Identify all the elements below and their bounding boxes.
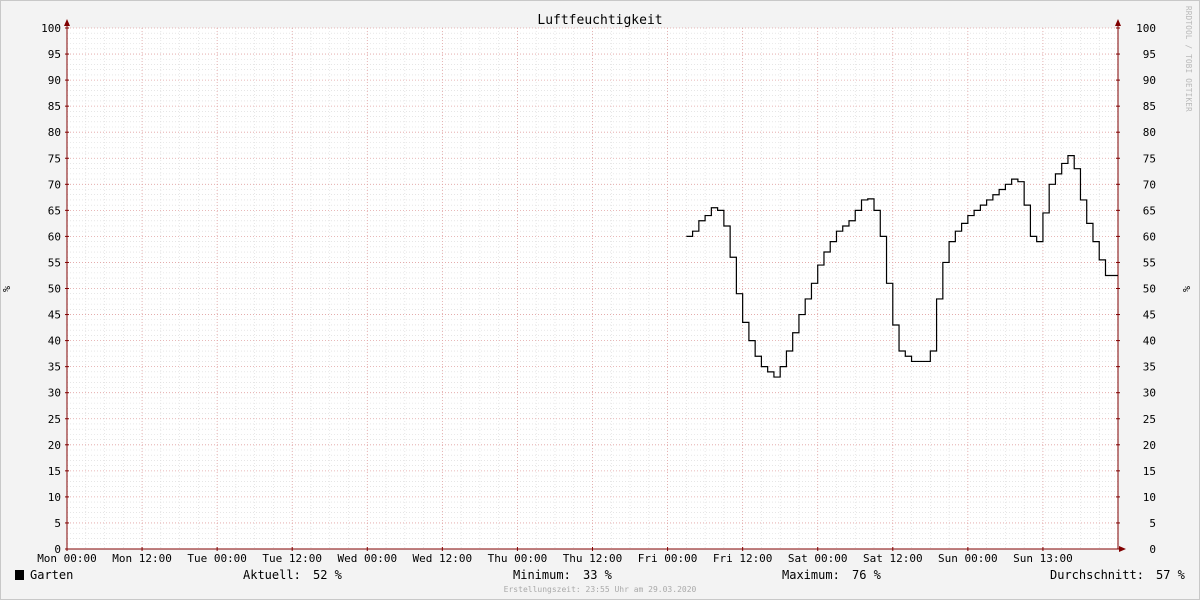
chart-title: Luftfeuchtigkeit <box>537 13 662 28</box>
x-axis-arrow <box>1119 546 1126 552</box>
stat-maximum-label: Maximum: <box>782 568 840 582</box>
stat-durchschnitt-value: 57 % <box>1156 568 1185 582</box>
stat-maximum-value: 76 % <box>852 568 881 582</box>
y-tick-label-right: 25 <box>1143 413 1156 426</box>
y-tick-label-left: 75 <box>48 152 61 165</box>
y-tick-label-right: 50 <box>1143 283 1156 296</box>
x-tick-label: Sun 00:00 <box>938 552 998 565</box>
y-axis-right-arrow <box>1115 19 1121 26</box>
y-tick-label-right: 15 <box>1143 465 1156 478</box>
y-tick-label-right: 5 <box>1149 517 1156 530</box>
y-tick-label-right: 60 <box>1143 230 1156 243</box>
y-tick-label-left: 35 <box>48 361 61 374</box>
y-tick-label-right: 100 <box>1136 22 1156 35</box>
y-tick-label-right: 35 <box>1143 361 1156 374</box>
x-tick-label: Wed 12:00 <box>413 552 473 565</box>
x-tick-label: Tue 00:00 <box>187 552 247 565</box>
x-tick-label: Fri 12:00 <box>713 552 773 565</box>
x-tick-label: Thu 00:00 <box>488 552 548 565</box>
y-tick-label-left: 90 <box>48 74 61 87</box>
y-tick-label-left: 60 <box>48 230 61 243</box>
y-tick-label-left: 40 <box>48 335 61 348</box>
y-tick-label-right: 20 <box>1143 439 1156 452</box>
x-tick-label: Fri 00:00 <box>638 552 698 565</box>
x-tick-label: Sat 00:00 <box>788 552 848 565</box>
x-tick-label: Thu 12:00 <box>563 552 623 565</box>
rrdtool-watermark: RRDTOOL / TOBI OETIKER <box>1184 6 1193 112</box>
y-tick-label-left: 65 <box>48 204 61 217</box>
legend-series-name: Garten <box>30 568 74 582</box>
y-axis-left-arrow <box>64 19 70 26</box>
y-tick-label-right: 90 <box>1143 74 1156 87</box>
y-tick-label-right: 0 <box>1149 543 1156 556</box>
x-tick-label: Mon 12:00 <box>112 552 172 565</box>
y-axis-label-left: % <box>2 286 13 292</box>
x-tick-label: Tue 12:00 <box>262 552 322 565</box>
y-tick-label-left: 30 <box>48 387 61 400</box>
y-tick-label-left: 20 <box>48 439 61 452</box>
y-tick-label-right: 55 <box>1143 256 1156 269</box>
stat-minimum-value: 33 % <box>583 568 612 582</box>
y-tick-label-left: 45 <box>48 309 61 322</box>
y-tick-label-left: 10 <box>48 491 61 504</box>
y-tick-label-right: 95 <box>1143 48 1156 61</box>
y-tick-label-right: 85 <box>1143 100 1156 113</box>
y-tick-label-right: 80 <box>1143 126 1156 139</box>
y-tick-label-left: 5 <box>54 517 61 530</box>
y-axis-label-right: % <box>1182 286 1193 292</box>
y-tick-label-right: 70 <box>1143 178 1156 191</box>
x-tick-label: Sun 13:00 <box>1013 552 1073 565</box>
chart-canvas: Luftfeuchtigkeit % 0 05 510 1015 1520 2025 253… <box>2 13 1193 565</box>
stat-durchschnitt-label: Durchschnitt: <box>1050 568 1144 582</box>
y-tick-label-right: 40 <box>1143 335 1156 348</box>
y-tick-label-left: 95 <box>48 48 61 61</box>
creation-time-footer: Erstellungszeit: 23:55 Uhr am 29.03.2020 <box>503 585 697 594</box>
x-tick-label: Mon 00:00 <box>37 552 97 565</box>
y-tick-label-left: 55 <box>48 256 61 269</box>
legend-swatch-garten <box>15 570 24 580</box>
y-tick-label-left: 100 <box>41 22 61 35</box>
y-tick-label-right: 30 <box>1143 387 1156 400</box>
y-tick-label-left: 80 <box>48 126 61 139</box>
stat-aktuell-value: 52 % <box>313 568 342 582</box>
x-tick-label: Wed 00:00 <box>337 552 397 565</box>
y-tick-label-left: 50 <box>48 283 61 296</box>
y-tick-label-right: 65 <box>1143 204 1156 217</box>
stat-aktuell-label: Aktuell: <box>243 568 301 582</box>
y-tick-label-right: 10 <box>1143 491 1156 504</box>
y-tick-label-left: 85 <box>48 100 61 113</box>
y-tick-label-left: 70 <box>48 178 61 191</box>
y-tick-label-right: 45 <box>1143 309 1156 322</box>
x-tick-label: Sat 12:00 <box>863 552 923 565</box>
y-tick-label-left: 15 <box>48 465 61 478</box>
y-tick-label-left: 25 <box>48 413 61 426</box>
y-tick-label-right: 75 <box>1143 152 1156 165</box>
stat-minimum-label: Minimum: <box>513 568 571 582</box>
